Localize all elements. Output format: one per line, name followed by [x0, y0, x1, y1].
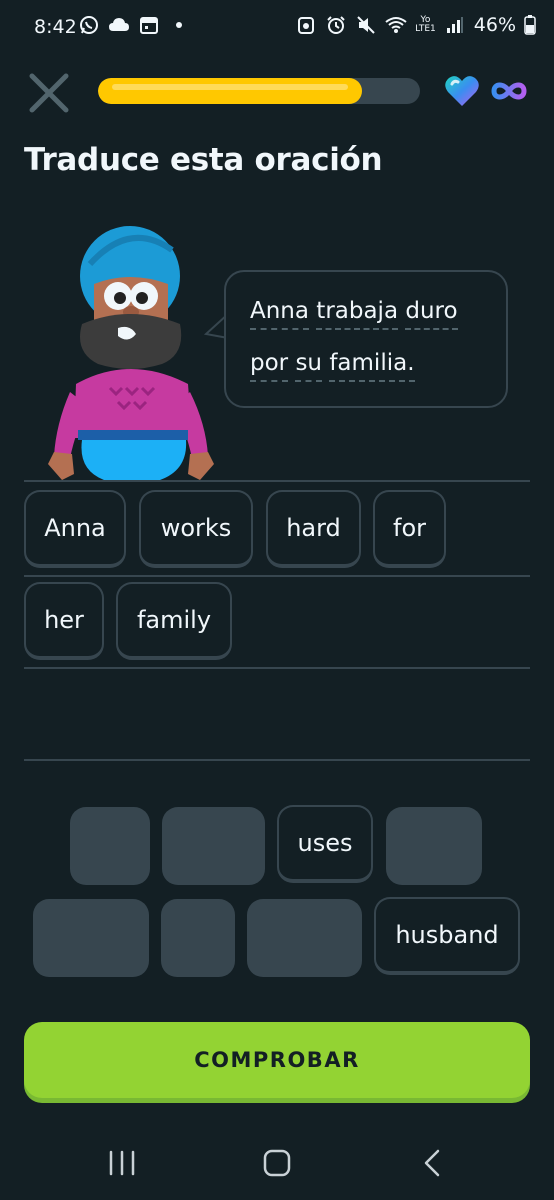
word-bank-tile[interactable]: husband: [374, 897, 520, 975]
dot-icon: [168, 14, 190, 36]
used-word-slot: [70, 807, 150, 885]
answer-tile[interactable]: her: [24, 582, 104, 660]
used-word-slot: [162, 807, 265, 885]
home-button[interactable]: [257, 1148, 297, 1178]
network-type: LTE1: [415, 24, 436, 34]
battery-icon: [524, 14, 536, 36]
system-nav-bar: [0, 1130, 554, 1200]
prompt-word[interactable]: duro: [405, 298, 458, 330]
answer-tile[interactable]: for: [373, 490, 446, 568]
recent-apps-button[interactable]: [102, 1148, 142, 1178]
lesson-progress-bar: [98, 78, 420, 104]
battery-percent: 46%: [473, 14, 516, 36]
check-button[interactable]: COMPROBAR: [24, 1022, 530, 1098]
page-title: Traduce esta oración: [24, 142, 383, 178]
status-time: 8:42: [34, 16, 77, 38]
alarm-icon: [325, 14, 347, 36]
recent-apps-icon: [109, 1150, 135, 1176]
character-illustration: [40, 224, 230, 482]
close-button[interactable]: [28, 72, 70, 114]
answer-line: [24, 667, 530, 669]
used-word-slot: [33, 899, 149, 977]
answer-line: [24, 575, 530, 577]
used-word-slot: [386, 807, 482, 885]
prompt-line-1: Anna trabaja duro: [250, 298, 458, 330]
word-bank-tile[interactable]: uses: [277, 805, 373, 883]
hearts-button[interactable]: [444, 74, 480, 108]
prompt-word[interactable]: trabaja: [316, 298, 399, 330]
data-saver-icon: [295, 14, 317, 36]
prompt-line-2: por su familia.: [250, 350, 415, 382]
back-icon: [424, 1149, 440, 1177]
answer-line: [24, 759, 530, 761]
used-word-slot: [247, 899, 362, 977]
lesson-header: [0, 66, 554, 118]
calendar-icon: [138, 14, 160, 36]
status-bar: 8:42 Yo LTE1 46%: [0, 0, 554, 54]
answer-tile[interactable]: hard: [266, 490, 361, 568]
wifi-icon: [385, 14, 407, 36]
signal-icon: [444, 14, 466, 36]
prompt-word[interactable]: por: [250, 350, 289, 382]
lesson-progress-fill: [98, 78, 363, 104]
answer-tile[interactable]: family: [116, 582, 232, 660]
heart-icon: [445, 76, 479, 106]
mute-icon: [355, 14, 377, 36]
answer-tile[interactable]: works: [139, 490, 253, 568]
infinite-hearts-indicator: [490, 74, 528, 108]
prompt-word[interactable]: su: [295, 350, 323, 382]
used-word-slot: [161, 899, 235, 977]
cloud-icon: [108, 14, 130, 36]
lte-label: Yo LTE1: [415, 14, 436, 36]
close-icon: [29, 73, 69, 113]
speech-bubble: Anna trabaja duro por su familia.: [224, 270, 508, 408]
back-button[interactable]: [412, 1148, 452, 1178]
prompt-word[interactable]: familia.: [329, 350, 415, 382]
answer-tile[interactable]: Anna: [24, 490, 126, 568]
whatsapp-icon: [78, 14, 100, 36]
answer-line: [24, 480, 530, 482]
prompt-word[interactable]: Anna: [250, 298, 309, 330]
home-icon: [263, 1149, 291, 1177]
infinity-icon: [491, 82, 527, 100]
